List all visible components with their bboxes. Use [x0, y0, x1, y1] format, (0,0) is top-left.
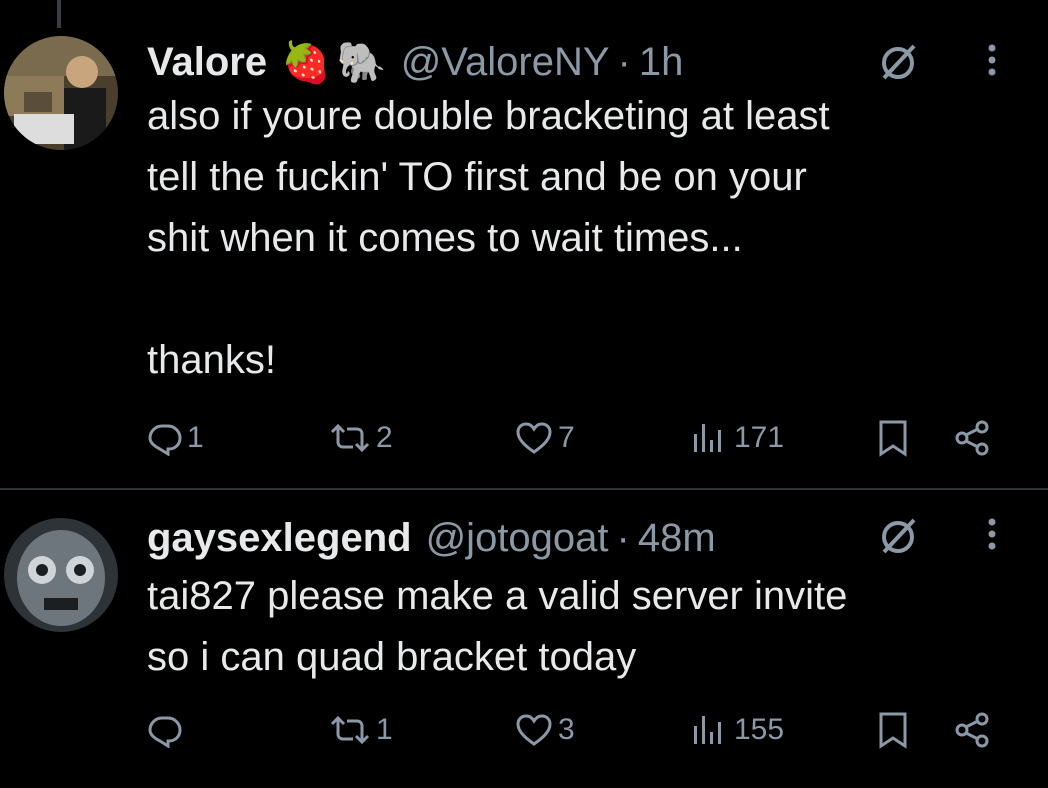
display-name[interactable]: Valore — [147, 40, 267, 85]
bookmark-icon — [879, 420, 907, 457]
grok-icon[interactable] — [876, 514, 920, 558]
tweet-gaysexlegend[interactable]: gaysexlegend @jotogoat · 48m tai827 plea… — [0, 490, 1048, 788]
like-count: 7 — [558, 421, 575, 454]
more-icon[interactable] — [982, 40, 1002, 84]
share-button[interactable] — [952, 710, 992, 750]
tweet-valore[interactable]: Valore 🍓 🐘 @ValoreNY · 1h also if youre … — [0, 0, 1048, 488]
user-handle[interactable]: @jotogoat — [426, 516, 609, 561]
reply-count: 1 — [187, 421, 204, 454]
views-icon — [694, 424, 721, 452]
reply-button[interactable] — [147, 710, 187, 750]
views-button[interactable]: 155 — [690, 710, 784, 750]
elephant-emoji: 🐘 — [336, 40, 387, 85]
share-icon — [955, 420, 989, 456]
reply-icon — [148, 716, 182, 748]
bookmark-button[interactable] — [876, 710, 910, 750]
heart-icon — [516, 714, 552, 746]
heart-icon — [516, 422, 552, 454]
repost-icon — [330, 423, 370, 453]
like-count: 3 — [558, 713, 575, 746]
share-icon — [955, 712, 989, 748]
separator-dot: · — [617, 39, 631, 84]
tweet-actions: 1 3 155 — [0, 710, 1048, 750]
repost-button[interactable]: 2 — [328, 418, 393, 458]
repost-count: 1 — [376, 713, 393, 746]
timestamp[interactable]: 1h — [639, 40, 684, 85]
view-count: 171 — [734, 421, 785, 454]
like-button[interactable]: 7 — [514, 418, 575, 458]
more-icon[interactable] — [982, 514, 1002, 558]
tweet-text: also if youre double bracketing at least… — [147, 94, 830, 382]
strawberry-emoji: 🍓 — [281, 40, 331, 85]
reply-button[interactable]: 1 — [147, 418, 204, 458]
like-button[interactable]: 3 — [514, 710, 575, 750]
tweet-text: tai827 please make a valid server invite… — [147, 574, 848, 679]
tweet-header: Valore 🍓 🐘 @ValoreNY · 1h — [147, 38, 683, 86]
grok-icon[interactable] — [876, 40, 920, 84]
user-handle[interactable]: @ValoreNY — [401, 40, 610, 85]
timestamp[interactable]: 48m — [638, 516, 716, 561]
avatar[interactable] — [4, 518, 118, 632]
share-button[interactable] — [952, 418, 992, 458]
tweet-header: gaysexlegend @jotogoat · 48m — [147, 514, 716, 562]
avatar[interactable] — [4, 36, 118, 150]
view-count: 155 — [734, 713, 785, 746]
tweet-actions: 1 2 7 171 — [0, 418, 1048, 458]
separator-dot: · — [616, 515, 630, 560]
bookmark-icon — [879, 712, 907, 749]
views-button[interactable]: 171 — [690, 418, 784, 458]
display-name[interactable]: gaysexlegend — [147, 516, 412, 561]
views-icon — [694, 716, 721, 744]
reply-icon — [148, 424, 182, 456]
bookmark-button[interactable] — [876, 418, 910, 458]
repost-button[interactable]: 1 — [328, 710, 393, 750]
repost-count: 2 — [376, 421, 393, 454]
repost-icon — [330, 715, 370, 745]
